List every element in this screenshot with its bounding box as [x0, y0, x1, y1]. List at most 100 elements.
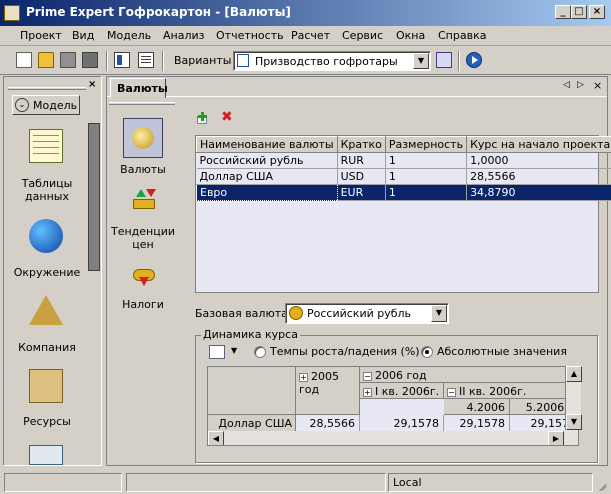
table-settings-icon[interactable]	[209, 345, 225, 359]
status-bar: Local	[0, 471, 611, 494]
new-document-icon[interactable]	[16, 52, 32, 68]
expand-icon[interactable]: +	[363, 387, 372, 397]
chevron-down-icon[interactable]: ▼	[431, 305, 447, 322]
cell-short[interactable]: USD	[337, 168, 386, 185]
resize-grip-icon[interactable]	[596, 479, 608, 492]
header-q2[interactable]: − II кв. 2006г.	[444, 383, 578, 399]
scroll-up-icon[interactable]: ▲	[566, 366, 582, 382]
cell-rate[interactable]: 1,0000	[466, 152, 611, 169]
menu-model[interactable]: Модель	[107, 29, 151, 42]
side-item-currencies[interactable]: Валюты	[107, 163, 179, 176]
scroll-right-icon[interactable]: ▶	[548, 431, 564, 445]
menu-help[interactable]: Справка	[438, 29, 486, 42]
add-row-icon[interactable]	[197, 112, 211, 124]
nav-item-environment[interactable]: Окружение	[4, 266, 90, 279]
model-navigator: × ⌄ Модель Таблицы данных Окружение Комп…	[3, 76, 102, 466]
trend-icon	[133, 189, 156, 213]
cell-dimension[interactable]: 1	[385, 152, 468, 169]
pivot-cell[interactable]: 29,1578	[444, 415, 510, 431]
cell-rate[interactable]: 34,8790	[466, 184, 611, 201]
collapse-icon[interactable]: −	[363, 371, 372, 381]
variant-select[interactable]: Призводство гофротары ▼	[233, 51, 431, 71]
menu-view[interactable]: Вид	[72, 29, 94, 42]
tables-icon	[29, 129, 63, 163]
chevron-down-icon[interactable]: ▼	[413, 53, 429, 69]
pivot-cell[interactable]: 29,1578	[360, 415, 444, 431]
close-button[interactable]: ×	[589, 5, 605, 19]
corner-header	[208, 367, 296, 415]
list-view-icon[interactable]	[138, 52, 154, 68]
dynamics-legend: Динамика курса	[201, 328, 300, 341]
column-header-rate[interactable]: Курс на начало проекта	[466, 136, 611, 153]
table-row[interactable]: Российский рубль RUR 1 1,0000	[196, 152, 611, 169]
close-icon[interactable]: ×	[88, 79, 96, 90]
toolbar-separator	[458, 51, 460, 71]
header-2006[interactable]: −2006 год	[360, 367, 578, 383]
column-header-dimension[interactable]: Размерность	[384, 136, 468, 153]
save-icon[interactable]	[60, 52, 76, 68]
cell-name[interactable]: Доллар США	[196, 168, 338, 185]
chevron-down-icon[interactable]: ▼	[231, 346, 237, 355]
header-april[interactable]: 4.2006	[444, 399, 510, 415]
row-header[interactable]: Доллар США	[208, 415, 296, 431]
column-header-name[interactable]: Наименование валюты	[196, 136, 338, 153]
cell-dimension[interactable]: 1	[385, 184, 468, 201]
base-currency-select[interactable]: Российский рубль ▼	[285, 303, 449, 324]
nav-item-tables[interactable]: Таблицы данных	[4, 177, 90, 203]
taxes-icon	[133, 263, 155, 287]
radio-absolute-label: Абсолютные значения	[437, 345, 567, 358]
nav-item-resources[interactable]: Ресурсы	[4, 415, 90, 428]
model-group-header[interactable]: ⌄ Модель	[12, 95, 80, 115]
app-icon[interactable]	[4, 5, 20, 21]
windows-icon[interactable]	[436, 52, 452, 68]
cell-rate[interactable]: 28,5566	[466, 168, 611, 185]
column-header-short[interactable]: Кратко	[336, 136, 386, 153]
menu-analysis[interactable]: Анализ	[163, 29, 205, 42]
cell-name[interactable]: Евро	[196, 184, 338, 201]
currency-item-bg[interactable]	[123, 118, 163, 158]
scroll-left-icon[interactable]: ◀	[208, 431, 224, 445]
side-item-price-trends[interactable]: Тенденции цен	[107, 225, 179, 251]
expand-icon[interactable]: +	[299, 372, 308, 382]
side-item-taxes[interactable]: Налоги	[107, 298, 179, 311]
menu-bar: Проект Вид Модель Анализ Отчетность Расч…	[0, 26, 611, 46]
tab-currencies[interactable]: Валюты	[110, 78, 168, 98]
minimize-button[interactable]: _	[555, 5, 571, 19]
menu-project[interactable]: Проект	[20, 29, 62, 42]
open-folder-icon[interactable]	[38, 52, 54, 68]
save-all-icon[interactable]	[82, 52, 98, 68]
radio-growth-rate[interactable]	[254, 346, 266, 358]
menu-reports[interactable]: Отчетность	[216, 29, 284, 42]
table-row[interactable]: Доллар США USD 1 28,5566	[196, 168, 611, 185]
chevron-right-icon[interactable]: ▷	[577, 80, 584, 90]
menu-service[interactable]: Сервис	[342, 29, 383, 42]
vertical-scrollbar[interactable]: ▲ ▼	[565, 366, 582, 430]
menu-calculation[interactable]: Расчет	[291, 29, 330, 42]
cell-dimension[interactable]: 1	[385, 168, 468, 185]
table-row-selected[interactable]: Евро EUR 1 34,8790	[196, 184, 611, 201]
close-icon[interactable]: ×	[593, 79, 602, 92]
play-icon[interactable]	[466, 52, 482, 68]
menu-windows[interactable]: Окна	[396, 29, 425, 42]
pivot-cell[interactable]: 28,5566	[296, 415, 360, 431]
cell-short[interactable]: EUR	[337, 184, 386, 201]
toolbar: Варианты Призводство гофротары ▼	[0, 47, 611, 75]
chevron-left-icon[interactable]: ◁	[563, 80, 570, 90]
currencies-grid: Наименование валюты Кратко Размерность К…	[196, 136, 611, 201]
cell-short[interactable]: RUR	[337, 152, 386, 169]
dynamics-pivot-grid: +2005 год −2006 год + I кв. 2006г. − II кв…	[207, 366, 579, 446]
delete-row-icon[interactable]: ✖	[221, 109, 233, 125]
nav-item-company[interactable]: Компания	[4, 341, 90, 354]
scroll-down-icon[interactable]: ▼	[566, 414, 582, 430]
currencies-table: Наименование валюты Кратко Размерность К…	[195, 135, 611, 293]
cell-name[interactable]: Российский рубль	[196, 152, 338, 169]
base-currency-value: Российский рубль	[307, 307, 412, 320]
maximize-button[interactable]: □	[571, 5, 587, 19]
variants-label: Варианты	[174, 54, 232, 67]
header-2005[interactable]: +2005 год	[296, 367, 360, 415]
collapse-icon[interactable]: −	[447, 387, 456, 397]
radio-absolute-values[interactable]	[421, 346, 433, 358]
layout-icon[interactable]	[114, 52, 130, 68]
header-q1[interactable]: + I кв. 2006г.	[360, 383, 444, 399]
horizontal-scrollbar[interactable]: ◀ ▶	[208, 431, 578, 445]
